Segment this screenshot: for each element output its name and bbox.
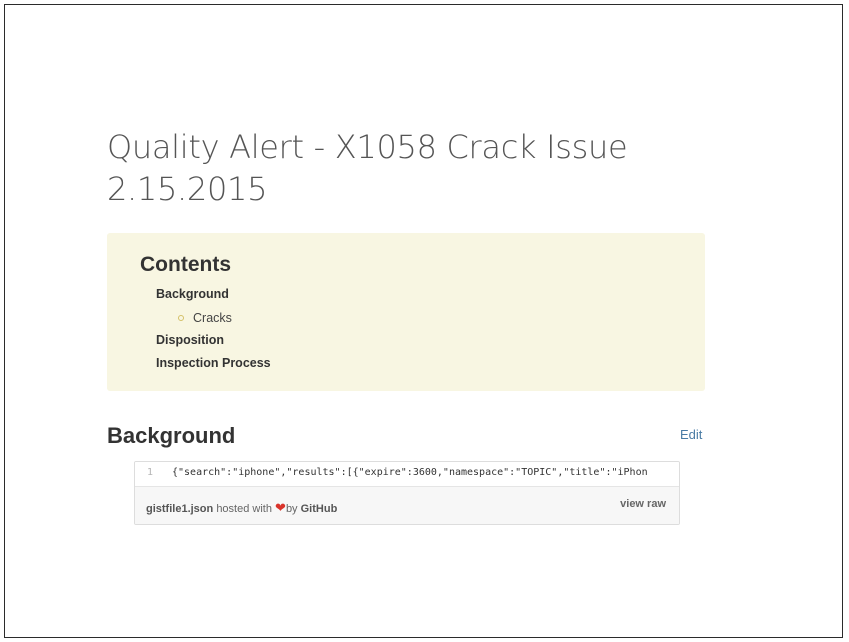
table-of-contents: Contents Background Cracks Disposition I… [107, 233, 705, 391]
toc-item-inspection-process[interactable]: Inspection Process [156, 356, 271, 370]
section-heading-background: Background [107, 423, 236, 448]
view-raw-link[interactable]: view raw [620, 498, 666, 510]
code-text: {"search":"iphone","results":[{"expire":… [172, 467, 648, 478]
toc-subitem-cracks[interactable]: Cracks [178, 311, 232, 325]
page-title: Quality Alert - X1058 Crack Issue 2.15.2… [107, 128, 628, 208]
bullet-icon [178, 314, 184, 321]
toc-item-background[interactable]: Background [156, 287, 229, 301]
heart-icon: ❤ [275, 500, 286, 515]
line-number: 1 [147, 467, 154, 478]
gist-embed: 1 {"search":"iphone","results":[{"expire… [134, 461, 680, 525]
edit-link[interactable]: Edit [680, 427, 702, 442]
toc-subitem-label: Cracks [193, 311, 232, 325]
by-text: by [285, 503, 298, 515]
toc-item-disposition[interactable]: Disposition [156, 333, 224, 347]
github-link[interactable]: GitHub [301, 503, 338, 515]
toc-title: Contents [140, 253, 231, 276]
gist-meta-info: gistfile1.json hosted with ❤by GitHub [146, 500, 337, 516]
gist-code-line: 1 {"search":"iphone","results":[{"expire… [135, 462, 679, 486]
gist-meta-bar: gistfile1.json hosted with ❤by GitHub vi… [135, 486, 679, 524]
hosted-with-text: hosted with [216, 503, 272, 515]
gist-filename-link[interactable]: gistfile1.json [146, 503, 213, 515]
